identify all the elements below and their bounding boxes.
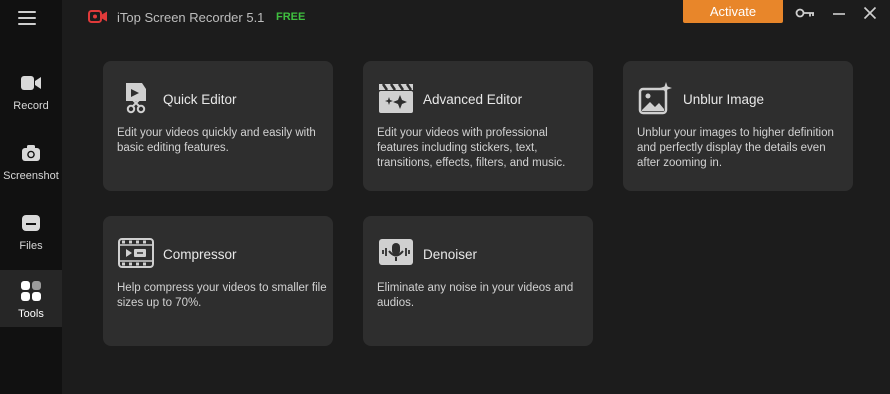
tool-card-advanced-editor[interactable]: Advanced Editor Edit your videos with pr… — [363, 61, 593, 191]
sidebar: Record Screenshot Files Tools — [0, 0, 62, 394]
sidebar-item-label: Files — [19, 240, 43, 252]
tool-card-description: Eliminate any noise in your videos and a… — [377, 282, 574, 309]
minimize-icon[interactable] — [829, 4, 849, 22]
clapperboard-icon — [377, 79, 415, 117]
tool-card-denoiser[interactable]: Denoiser Eliminate any noise in your vid… — [363, 216, 593, 346]
tool-card-description: Unblur your images to higher definition … — [637, 127, 834, 169]
sidebar-item-screenshot[interactable]: Screenshot — [0, 138, 62, 198]
sidebar-item-label: Tools — [18, 308, 44, 320]
free-badge: FREE — [276, 11, 306, 23]
sidebar-item-record[interactable]: Record — [0, 68, 62, 128]
tool-card-title: Unblur Image — [683, 92, 765, 107]
sidebar-item-label: Record — [13, 100, 49, 112]
tool-card-compressor[interactable]: Compressor Help compress your videos to … — [103, 216, 333, 346]
key-icon[interactable] — [795, 4, 815, 22]
tool-card-unblur-image[interactable]: Unblur Image Unblur your images to highe… — [623, 61, 853, 191]
tool-card-quick-editor[interactable]: Quick Editor Edit your videos quickly an… — [103, 61, 333, 191]
title-bar: iTop Screen Recorder 5.1 FREE Activate — [62, 0, 890, 34]
folder-icon — [20, 212, 42, 234]
app-title: iTop Screen Recorder 5.1 — [117, 10, 265, 25]
tool-card-title: Advanced Editor — [423, 92, 523, 107]
sidebar-item-label: Screenshot — [3, 170, 59, 182]
image-sparkle-icon — [637, 79, 675, 117]
quick-editor-icon — [117, 79, 155, 117]
tool-card-title: Quick Editor — [163, 92, 237, 107]
sidebar-item-tools[interactable]: Tools — [0, 270, 62, 327]
compress-icon — [117, 234, 155, 272]
hamburger-menu-icon[interactable] — [18, 11, 36, 25]
camcorder-icon — [20, 72, 42, 94]
close-icon[interactable] — [860, 4, 880, 22]
grid-icon — [20, 280, 42, 302]
main-panel: iTop Screen Recorder 5.1 FREE Activate Q… — [62, 0, 890, 394]
denoise-icon — [377, 234, 415, 272]
sidebar-item-files[interactable]: Files — [0, 208, 62, 268]
app-logo-icon — [88, 9, 108, 25]
tool-card-description: Edit your videos with professional featu… — [377, 127, 566, 169]
tool-card-title: Denoiser — [423, 247, 478, 262]
camera-icon — [20, 142, 42, 164]
activate-button[interactable]: Activate — [683, 0, 783, 23]
tool-card-description: Edit your videos quickly and easily with… — [117, 127, 316, 154]
tool-card-description: Help compress your videos to smaller fil… — [117, 282, 327, 309]
tool-card-title: Compressor — [163, 247, 237, 262]
